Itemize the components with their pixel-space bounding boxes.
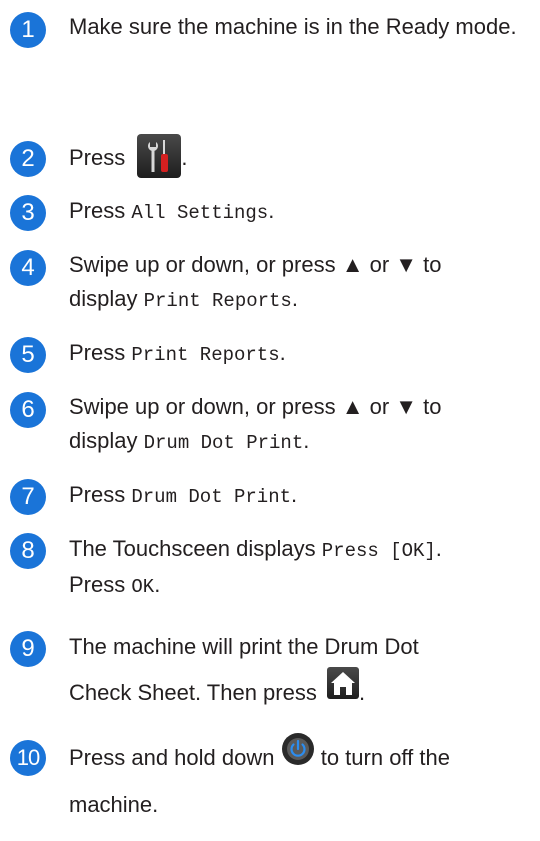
step-prefix: Press and hold down [69,745,275,770]
menu-label: Drum Dot Print [131,486,292,508]
step-prefix: The Touchsceen displays [69,536,316,561]
step-prefix: Press [69,482,126,507]
step-text: Swipe up or down, or press ▲ or ▼ to dis… [69,248,534,318]
step-suffix: . [291,286,298,311]
step-number-badge: 4 [10,250,46,286]
step-line: Press OK. [69,568,534,604]
step-prefix: Press [69,572,126,597]
step-number-badge: 8 [10,533,46,569]
step-number-badge: 6 [10,392,46,428]
step-text: Press . [69,134,534,178]
step-text: Press Print Reports. [69,336,534,372]
step-number-badge: 1 [10,12,46,48]
step-text: Swipe up or down, or press ▲ or ▼ to dis… [69,390,534,460]
step-prefix: Press [69,198,126,223]
step-suffix: . [268,198,275,223]
step-line: Check Sheet. Then press . [69,667,534,716]
step-text: Make sure the machine is in the Ready mo… [69,14,517,39]
step-line: The machine will print the Drum Dot [69,634,419,659]
step-line: Press and hold down to turn off the [69,732,534,782]
ok-button-label: OK [131,576,155,598]
step-line: display Print Reports. [69,282,534,318]
step-number-badge: 9 [10,631,46,667]
step-suffix: . [291,482,298,507]
menu-label: Print Reports [143,290,292,312]
step-number-badge: 10 [10,740,46,776]
step-text: The Touchsceen displays Press [OK]. Pres… [69,532,534,604]
step-prefix: display [69,428,138,453]
settings-tools-icon [137,134,182,178]
step-suffix: . [303,428,310,453]
power-icon [281,732,315,782]
step-line: machine. [69,791,159,817]
step-number-badge: 3 [10,195,46,231]
step-line: display Drum Dot Print. [69,424,534,460]
step-text: Press and hold down to turn off the mach… [69,732,534,828]
step-text: Press All Settings. [69,194,534,230]
menu-label: All Settings [131,202,269,224]
step-suffix: . [181,144,188,170]
menu-label: Print Reports [131,344,280,366]
step-text: The machine will print the Drum Dot Chec… [69,624,534,716]
menu-label: Drum Dot Print [143,432,304,454]
step-prefix: Press [69,340,126,365]
step-number-badge: 2 [10,141,46,177]
step-prefix: Press [69,144,126,170]
step-line: The Touchsceen displays Press [OK]. [69,532,534,568]
step-suffix: . [435,536,442,561]
step-prefix: Check Sheet. Then press [69,680,317,705]
home-icon [326,667,359,715]
step-line: Swipe up or down, or press ▲ or ▼ to [69,394,442,419]
step-number-badge: 7 [10,479,46,515]
step-suffix: . [358,680,366,705]
touchscreen-message: Press [OK] [321,540,436,562]
step-middle: to turn off the [320,745,450,770]
step-prefix: display [69,286,138,311]
step-number-badge: 5 [10,337,46,373]
step-suffix: . [154,572,161,597]
step-suffix: . [279,340,286,365]
step-line: Swipe up or down, or press ▲ or ▼ to [69,252,442,277]
step-text: Press Drum Dot Print. [69,478,534,514]
